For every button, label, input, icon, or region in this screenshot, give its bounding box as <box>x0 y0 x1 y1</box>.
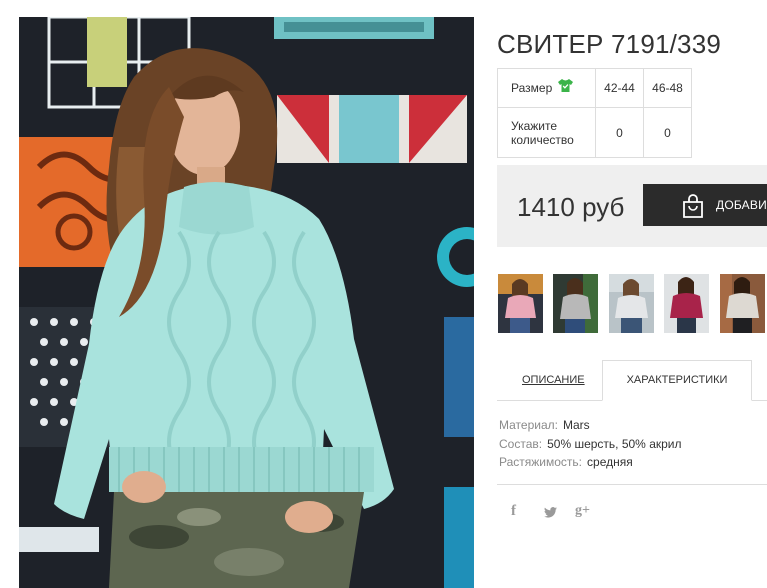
size-quantity-table: Размер 42-44 46-48 Укажите количество 0 0 <box>497 68 692 158</box>
size-46-48: 46-48 <box>643 68 692 108</box>
thumb-magenta-sweater[interactable] <box>664 274 709 333</box>
spec-value: Mars <box>562 418 590 432</box>
quantity-label-cell: Укажите количество <box>497 107 596 158</box>
spec-value: средняя <box>587 455 633 469</box>
spec-key: Материал: <box>499 418 558 432</box>
add-to-cart-label: ДОБАВИТ <box>716 198 767 212</box>
characteristics-list: Материал: Mars Состав: 50% шерсть, 50% акр… <box>499 416 682 472</box>
tab-characteristics[interactable]: ХАРАКТЕРИСТИКИ <box>602 360 752 401</box>
quantity-label-line-2: количество <box>511 132 574 147</box>
size-label-cell: Размер <box>497 68 596 108</box>
product-photo-illustration <box>19 17 474 588</box>
spec-value: 50% шерсть, 50% акрил <box>547 436 682 451</box>
product-title: СВИТЕР 7191/339 <box>497 29 722 60</box>
spec-material: Материал: Mars <box>499 416 682 435</box>
size-42-44: 42-44 <box>595 68 644 108</box>
spec-composition: Состав: 50% шерсть, 50% акрил <box>499 435 682 454</box>
facebook-icon[interactable]: f <box>511 503 516 520</box>
shirt-icon[interactable] <box>558 79 574 95</box>
thumb-grey-sweater[interactable] <box>553 274 598 333</box>
product-price: 1410 руб <box>517 192 625 222</box>
product-tabs: ОПИСАНИЕ ХАРАКТЕРИСТИКИ <box>497 360 767 401</box>
spec-stretch: Растяжимость: средняя <box>499 453 682 472</box>
quantity-input-46-48[interactable]: 0 <box>643 107 692 158</box>
tab-description[interactable]: ОПИСАНИЕ <box>522 374 585 386</box>
quantity-label-line-1: Укажите <box>511 118 558 133</box>
price-block: 1410 руб ДОБАВИТ <box>497 165 767 247</box>
quantity-input-42-44[interactable]: 0 <box>595 107 644 158</box>
add-to-cart-button[interactable]: ДОБАВИТ <box>643 184 767 226</box>
thumb-beige-sweater[interactable] <box>720 274 765 333</box>
size-label: Размер <box>511 80 553 95</box>
twitter-icon[interactable] <box>544 505 557 523</box>
google-plus-icon[interactable]: g+ <box>575 503 590 519</box>
spec-key: Состав: <box>499 436 543 451</box>
social-divider <box>497 484 767 485</box>
product-main-image[interactable] <box>19 17 474 588</box>
shopping-bag-icon <box>681 194 705 221</box>
thumb-white-sweater[interactable] <box>609 274 654 333</box>
spec-key: Растяжимость: <box>499 455 583 469</box>
thumb-pink-sweater[interactable] <box>498 274 543 333</box>
